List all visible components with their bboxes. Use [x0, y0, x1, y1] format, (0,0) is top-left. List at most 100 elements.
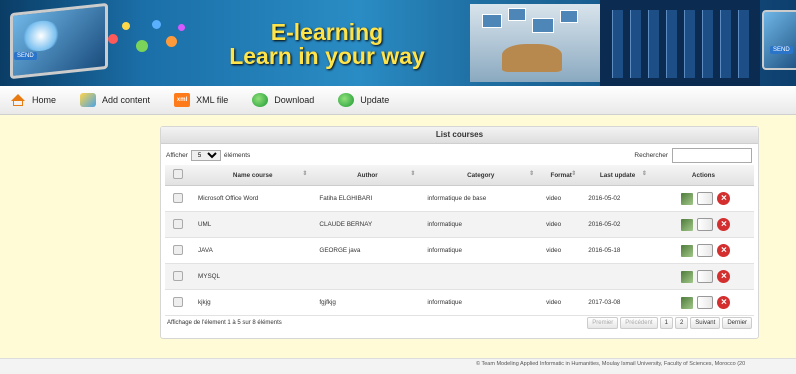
cell-updated: 2016-05-18 — [582, 237, 653, 264]
row-checkbox[interactable] — [173, 270, 183, 281]
cell-category — [421, 263, 541, 290]
delete-icon[interactable]: × — [717, 244, 731, 257]
cell-format: video — [540, 211, 583, 238]
banner-title-line2: Learn in your way — [229, 43, 425, 70]
select-all-header[interactable] — [165, 165, 192, 186]
table-row: JAVA GEORGE java informatique video 2016… — [165, 237, 754, 264]
table-row: kjkjg fgjfkjg informatique video 2017-03… — [165, 289, 754, 316]
header-name-course[interactable]: Name course ⇕ — [192, 165, 314, 186]
cell-format — [540, 263, 583, 290]
businessman-image — [470, 4, 600, 82]
edit-icon[interactable] — [681, 244, 694, 257]
cell-category: informatique — [421, 211, 541, 238]
copyright-text: © Team Modeling Applied Informatic in Hu… — [476, 361, 746, 367]
pager-first-button[interactable]: Premier — [587, 317, 619, 329]
book-icon[interactable] — [697, 218, 714, 231]
nav-update[interactable]: Update — [338, 93, 389, 107]
screen-glow — [21, 18, 61, 53]
cell-author — [313, 263, 422, 290]
book-icon[interactable] — [697, 296, 714, 309]
laptop-image-right — [762, 10, 796, 70]
pager-page-2[interactable]: 2 — [674, 317, 689, 329]
table-info: Affichage de l'élement 1 à 5 sur 8 éléme… — [167, 320, 282, 326]
cell-name: UML — [192, 211, 314, 238]
book-icon[interactable] — [697, 192, 714, 205]
pager-page-1[interactable]: 1 — [659, 317, 673, 329]
sort-icon: ⇕ — [302, 171, 308, 177]
bookshelf-image — [600, 0, 760, 86]
header-actions: Actions — [652, 165, 754, 186]
send-tag-right: SEND — [770, 46, 793, 54]
cell-name: Microsoft Office Word — [192, 185, 314, 212]
header-author[interactable]: Author ⇕ — [313, 165, 422, 186]
cell-name: MYSQL — [192, 263, 314, 290]
add-content-icon — [80, 93, 97, 107]
search-control: Rechercher — [634, 148, 752, 163]
table-row: MYSQL × — [165, 263, 754, 290]
nav-home[interactable]: Home — [10, 93, 56, 107]
nav-add-content[interactable]: Add content — [80, 93, 150, 107]
cell-category: informatique — [421, 237, 541, 264]
cell-author: CLAUDE BERNAY — [313, 211, 422, 238]
cell-format: video — [540, 289, 583, 316]
delete-icon[interactable]: × — [717, 296, 731, 309]
panel-title: List courses — [161, 127, 758, 144]
cell-name: kjkjg — [192, 289, 314, 316]
laptop-image — [10, 2, 108, 80]
sort-icon: ⇕ — [571, 171, 577, 177]
cell-format: video — [540, 185, 583, 212]
nav-home-label: Home — [32, 95, 57, 105]
page-length-control: Afficher 5 éléments — [166, 150, 250, 161]
pager-previous-button[interactable]: Précédent — [620, 317, 658, 329]
book-icon[interactable] — [697, 270, 714, 283]
pager-last-button[interactable]: Dernier — [722, 317, 752, 329]
pager-next-button[interactable]: Suivant — [690, 317, 721, 329]
row-checkbox[interactable] — [173, 244, 183, 255]
page-length-select[interactable]: 5 — [190, 150, 221, 161]
banner-title: E-learning Learn in your way — [222, 20, 432, 68]
row-checkbox[interactable] — [173, 218, 183, 229]
edit-icon[interactable] — [681, 270, 694, 283]
delete-icon[interactable]: × — [717, 270, 731, 283]
delete-icon[interactable]: × — [717, 218, 731, 231]
show-suffix: éléments — [223, 152, 251, 159]
bubbles-decoration — [108, 14, 188, 64]
select-all-checkbox[interactable] — [173, 169, 183, 179]
search-input[interactable] — [672, 148, 752, 163]
nav-xml-file-label: XML file — [196, 95, 229, 105]
cell-updated — [582, 263, 653, 290]
delete-icon[interactable]: × — [717, 192, 731, 205]
cell-category: informatique — [421, 289, 541, 316]
nav-update-label: Update — [360, 95, 390, 105]
xml-file-icon: xml — [174, 93, 191, 107]
sort-icon: ⇕ — [410, 171, 416, 177]
table-row: Microsoft Office Word Fatiha ELGHIBARI i… — [165, 185, 754, 212]
row-checkbox[interactable] — [173, 192, 183, 203]
table-row: UML CLAUDE BERNAY informatique video 201… — [165, 211, 754, 238]
sort-icon: ⇕ — [529, 171, 535, 177]
cell-category: informatique de base — [421, 185, 541, 212]
nav-add-content-label: Add content — [102, 95, 151, 105]
cell-updated: 2016-05-02 — [582, 185, 653, 212]
table-controls: Afficher 5 éléments Rechercher — [161, 147, 758, 163]
sort-icon: ⇕ — [641, 171, 647, 177]
edit-icon[interactable] — [681, 296, 694, 309]
courses-panel: List courses Afficher 5 éléments Recherc… — [160, 126, 759, 339]
cell-author: fgjfkjg — [313, 289, 422, 316]
cell-format: video — [540, 237, 583, 264]
book-icon[interactable] — [697, 244, 714, 257]
courses-table: Name course ⇕ Author ⇕ Category ⇕ Format ⇕ L… — [165, 165, 754, 316]
header-last-update[interactable]: Last update ⇕ — [582, 165, 653, 186]
download-icon — [252, 93, 269, 107]
nav-xml-file[interactable]: xml XML file — [174, 93, 228, 107]
edit-icon[interactable] — [681, 218, 694, 231]
pagination: Premier Précédent 1 2 Suivant Dernier — [587, 317, 752, 329]
header-category[interactable]: Category ⇕ — [421, 165, 541, 186]
table-header-row: Name course ⇕ Author ⇕ Category ⇕ Format ⇕ L… — [165, 165, 754, 186]
header-format[interactable]: Format ⇕ — [540, 165, 583, 186]
row-checkbox[interactable] — [173, 296, 183, 307]
search-label: Rechercher — [634, 152, 668, 159]
send-tag: SEND — [14, 52, 37, 60]
nav-download[interactable]: Download — [252, 93, 314, 107]
edit-icon[interactable] — [681, 192, 694, 205]
